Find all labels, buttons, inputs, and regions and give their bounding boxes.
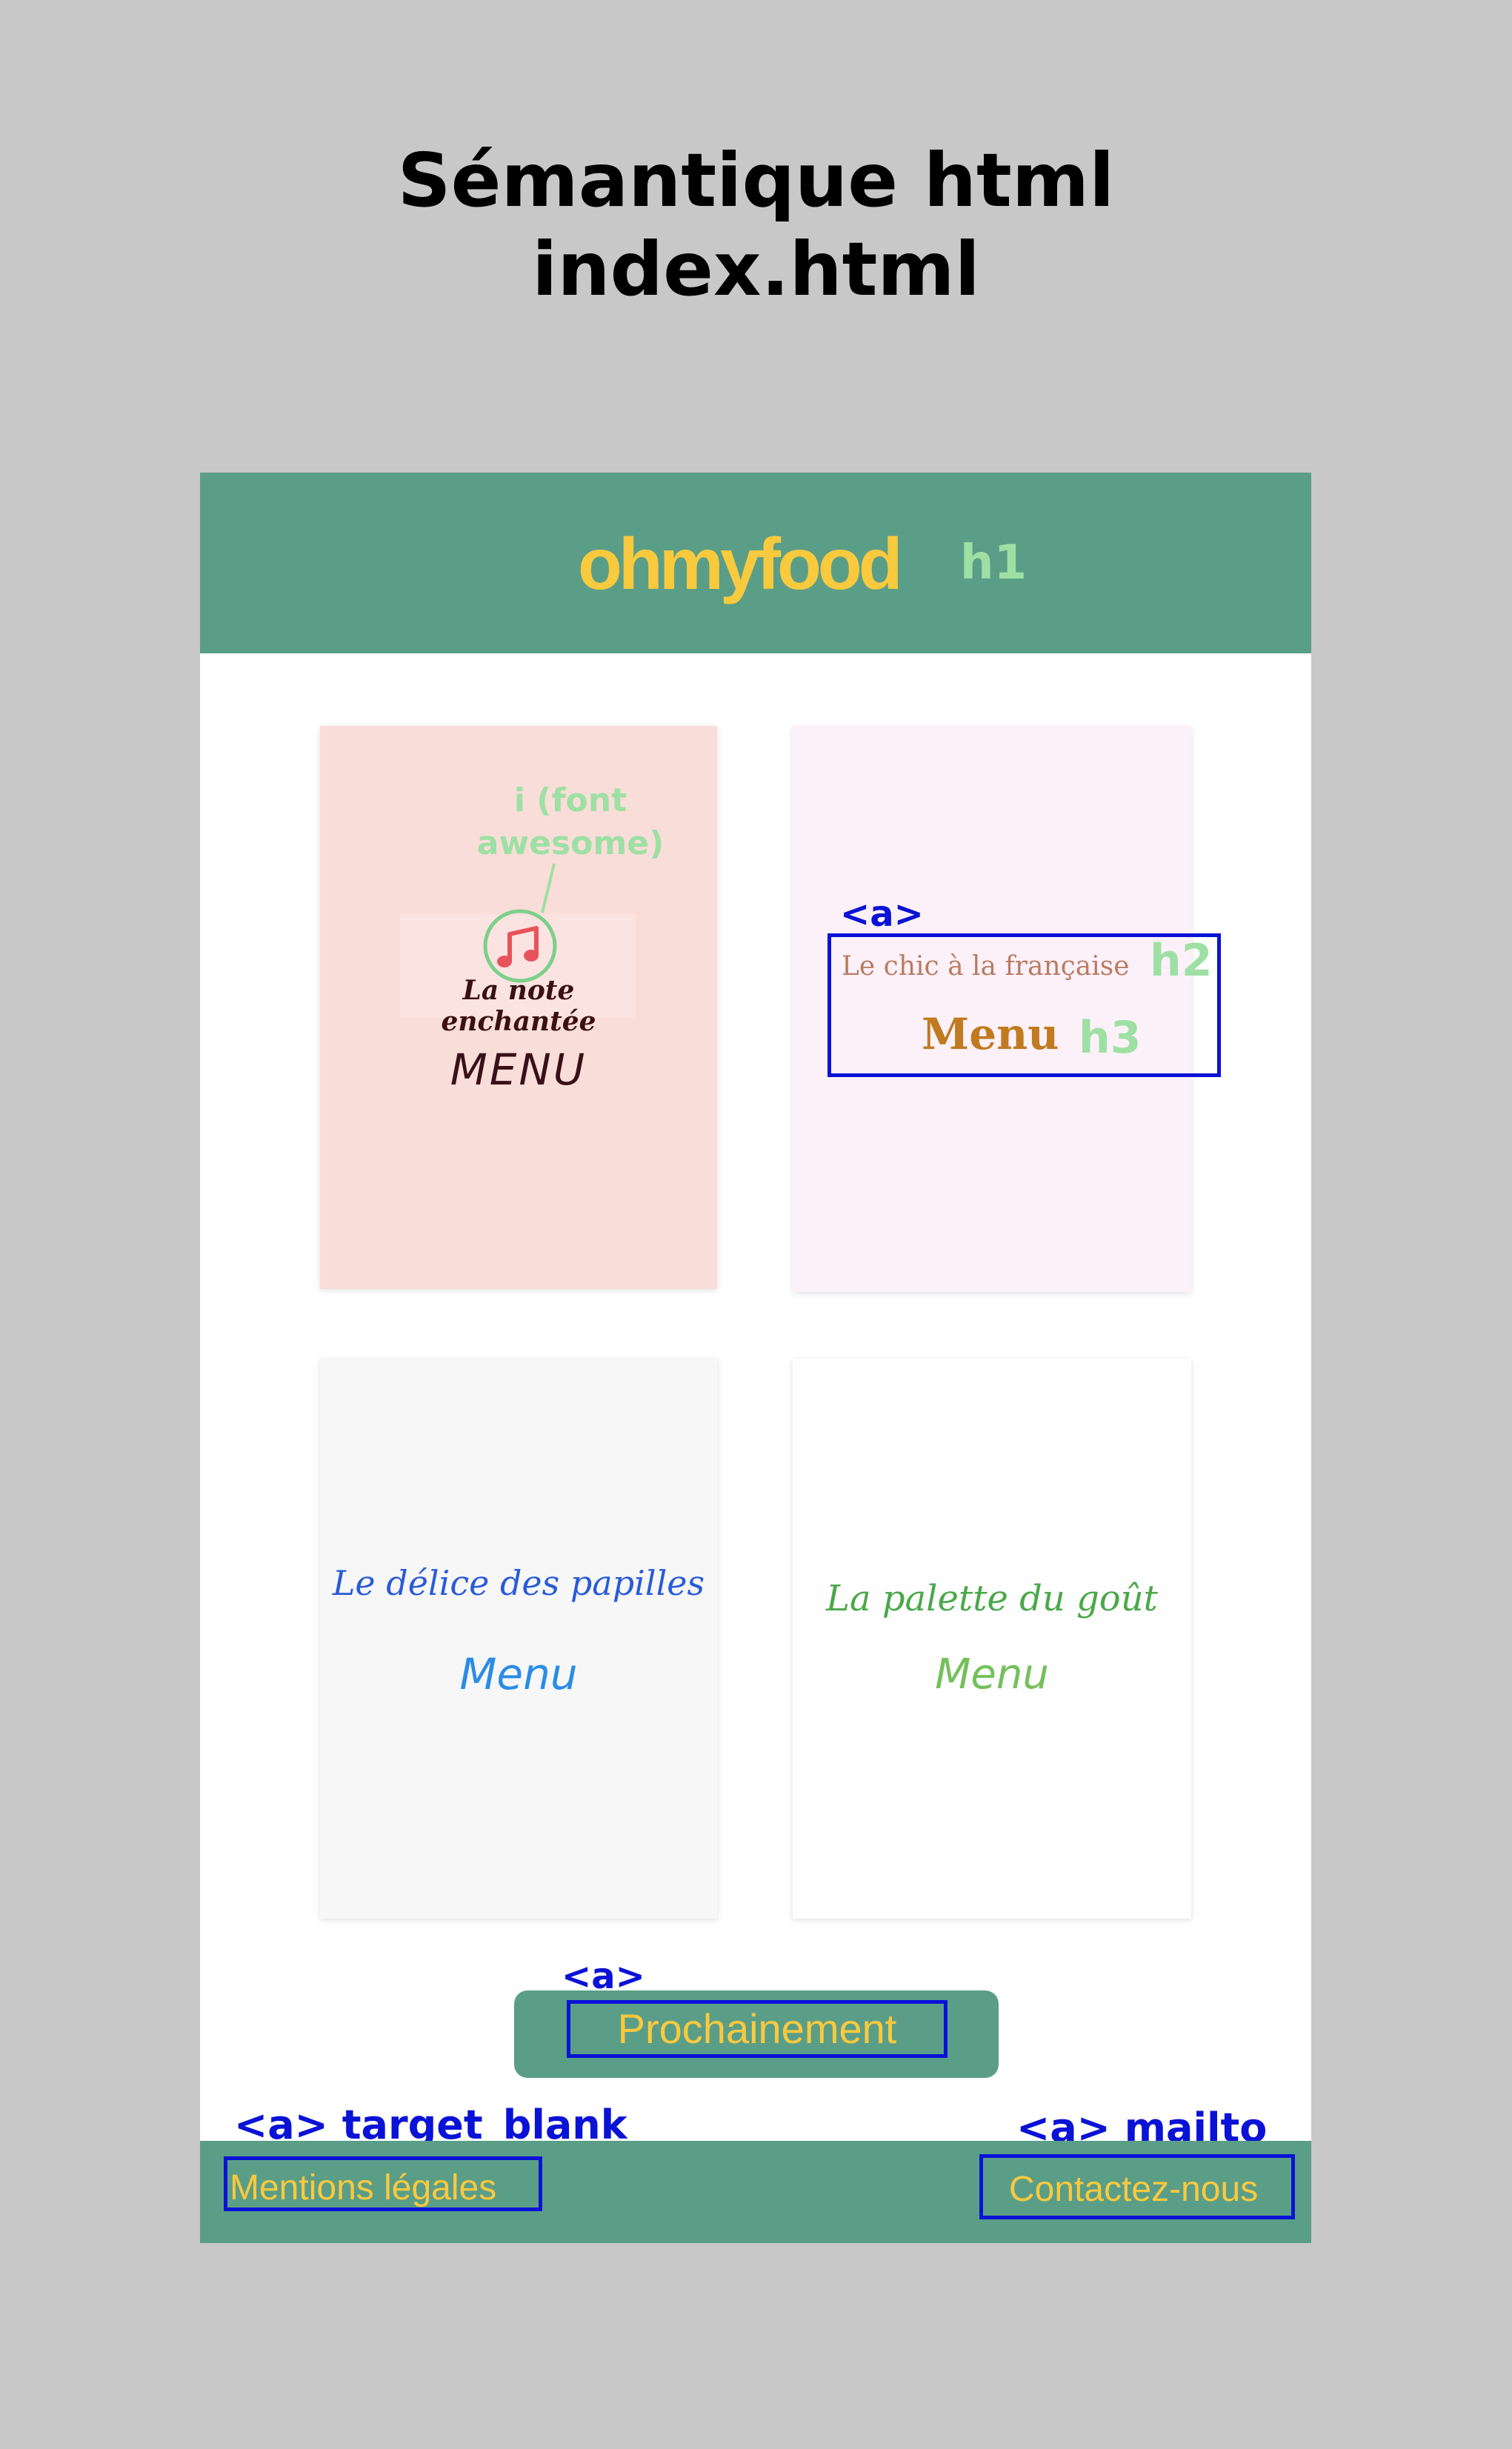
restaurant-card-3[interactable] [320,1359,717,1919]
font-awesome-annotation: i (font awesome) [476,782,665,862]
contact-link[interactable]: Contactez-nous [1009,2169,1258,2210]
restaurant-name-4: La palette du goût [826,1578,1158,1619]
menu-label-3: Menu [459,1649,578,1699]
menu-label-4: Menu [935,1650,1049,1699]
music-note-icon [483,909,557,983]
h2-annotation: h2 [1150,935,1213,987]
restaurant-card-4[interactable] [793,1359,1191,1919]
site-logo[interactable]: ohmyfood [578,523,903,604]
menu-label-1: MENU [450,1044,587,1095]
h3-annotation: h3 [1079,1012,1142,1064]
coming-soon-label[interactable]: Prochainement [567,2000,948,2058]
link-annotation-card: <a> [840,893,924,935]
restaurant-name-2: Le chic à la française [842,951,1130,982]
h1-annotation: h1 [960,536,1028,590]
slide-title-line-1: Sémantique html [397,137,1115,224]
restaurant-name-1: La note enchantée [441,975,596,1037]
menu-label-2: Menu [922,1009,1059,1059]
annotation-pointer-line [541,863,556,913]
restaurant-name-3: Le délice des papilles [332,1563,705,1603]
slide-title-line-2: index.html [532,226,980,313]
legal-notice-link[interactable]: Mentions légales [230,2168,496,2209]
